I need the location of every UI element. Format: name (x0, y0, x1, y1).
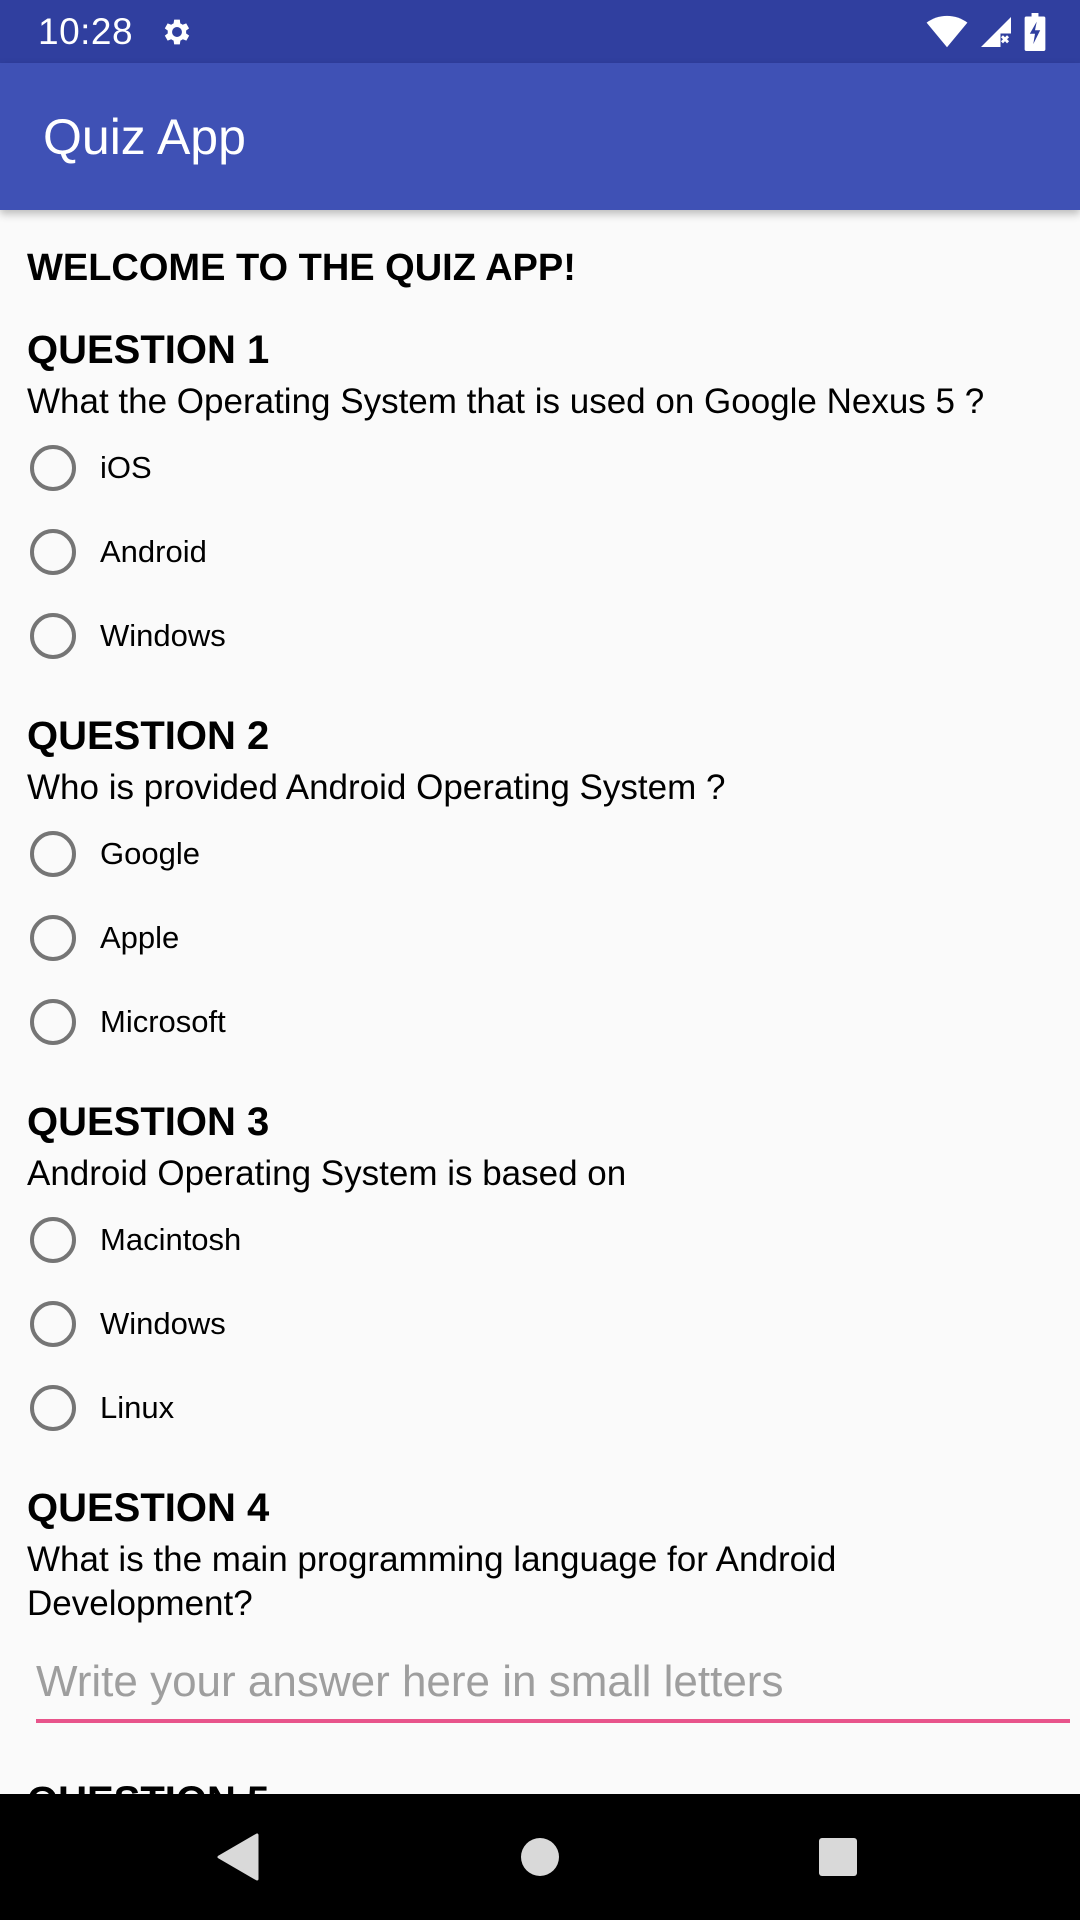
radio-button[interactable] (30, 1217, 76, 1263)
question-4-answer-input[interactable] (36, 1651, 1070, 1723)
option-label: Microsoft (100, 1004, 226, 1039)
quiz-content[interactable]: WELCOME TO THE QUIZ APP! QUESTION 1 What… (0, 210, 1080, 1794)
question-2-option-google[interactable]: Google (30, 826, 200, 882)
question-1-option-ios[interactable]: iOS (30, 440, 152, 496)
option-label: iOS (100, 450, 152, 485)
question-4-text: What is the main programming language fo… (27, 1540, 837, 1623)
question-5-heading: QUESTION 5 (27, 1776, 269, 1794)
question-4-heading: QUESTION 4 (27, 1486, 270, 1530)
option-label: Windows (100, 1306, 226, 1341)
radio-button[interactable] (30, 915, 76, 961)
radio-button[interactable] (30, 1385, 76, 1431)
option-label: Linux (100, 1390, 175, 1425)
status-time: 10:28 (38, 11, 134, 52)
question-1-option-windows[interactable]: Windows (30, 608, 226, 664)
home-button[interactable] (460, 1794, 620, 1920)
radio-button[interactable] (30, 445, 76, 491)
question-1-heading: QUESTION 1 (27, 328, 270, 372)
question-3-option-macintosh[interactable]: Macintosh (30, 1212, 241, 1268)
back-icon (217, 1833, 259, 1881)
question-1-text: What the Operating System that is used o… (27, 382, 985, 421)
radio-button[interactable] (30, 1301, 76, 1347)
radio-button[interactable] (30, 831, 76, 877)
option-label: Google (100, 836, 200, 871)
app-title: Quiz App (43, 109, 246, 165)
question-3-option-windows[interactable]: Windows (30, 1296, 226, 1352)
option-label: Apple (100, 920, 180, 955)
question-3-text: Android Operating System is based on (27, 1154, 627, 1193)
wifi-icon (926, 15, 968, 48)
app-bar: Quiz App (0, 63, 1080, 210)
question-2-heading: QUESTION 2 (27, 714, 270, 758)
gear-icon (164, 19, 190, 45)
question-2-option-apple[interactable]: Apple (30, 910, 179, 966)
question-3-option-linux[interactable]: Linux (30, 1380, 174, 1436)
welcome-heading: WELCOME TO THE QUIZ APP! (27, 247, 576, 289)
option-label: Windows (100, 618, 226, 653)
question-2-text: Who is provided Android Operating System… (27, 768, 726, 807)
radio-button[interactable] (30, 999, 76, 1045)
option-label: Macintosh (100, 1222, 242, 1257)
back-button[interactable] (158, 1794, 318, 1920)
battery-charging-icon (1024, 13, 1046, 51)
recents-button[interactable] (758, 1794, 918, 1920)
signal-icon (981, 17, 1011, 47)
navigation-bar (0, 1794, 1080, 1920)
status-icons (926, 12, 1046, 52)
recents-icon (819, 1838, 857, 1876)
option-label: Android (100, 534, 207, 569)
home-icon (521, 1838, 559, 1876)
radio-button[interactable] (30, 613, 76, 659)
question-1-option-android[interactable]: Android (30, 524, 207, 580)
question-3-heading: QUESTION 3 (27, 1100, 270, 1144)
radio-button[interactable] (30, 529, 76, 575)
question-2-option-microsoft[interactable]: Microsoft (30, 994, 226, 1050)
status-bar: 10:28 (0, 0, 1080, 63)
